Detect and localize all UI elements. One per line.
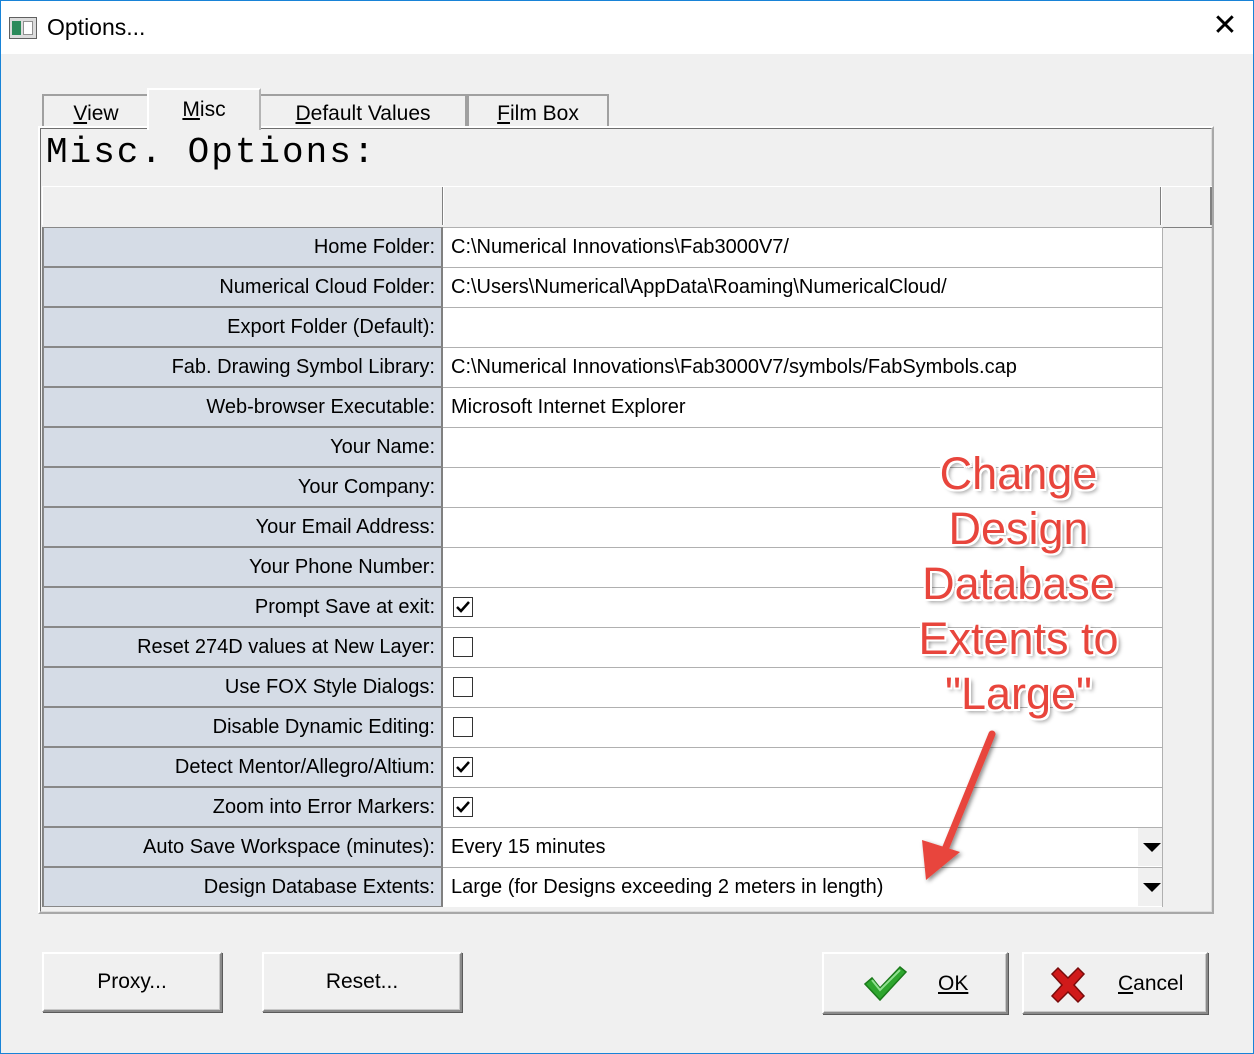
ok-button[interactable]: OK xyxy=(822,952,1008,1014)
option-label: Use FOX Style Dialogs: xyxy=(43,667,443,707)
option-label: Fab. Drawing Symbol Library: xyxy=(43,347,443,387)
header-cell-value xyxy=(443,187,1161,225)
window-title: Options... xyxy=(47,14,146,40)
option-label: Numerical Cloud Folder: xyxy=(43,267,443,307)
option-label: Design Database Extents: xyxy=(43,867,443,907)
option-text-field[interactable]: Microsoft Internet Explorer xyxy=(443,387,1163,427)
option-label: Prompt Save at exit: xyxy=(43,587,443,627)
option-label: Your Phone Number: xyxy=(43,547,443,587)
table-row: Export Folder (Default): xyxy=(43,307,1163,347)
checkmark-icon xyxy=(456,761,470,773)
option-text-field[interactable]: C:\Users\Numerical\AppData\Roaming\Numer… xyxy=(443,267,1163,307)
option-label: Export Folder (Default): xyxy=(43,307,443,347)
ok-label: OK xyxy=(938,972,969,995)
dropdown-selected-value: Large (for Designs exceeding 2 meters in… xyxy=(451,876,884,898)
header-cell-label xyxy=(42,187,443,225)
option-checkbox-cell xyxy=(443,787,1163,827)
table-row: Design Database Extents: Large (for Desig… xyxy=(43,867,1163,907)
cancel-button[interactable]: Cancel xyxy=(1022,952,1208,1014)
option-label: Your Name: xyxy=(43,427,443,467)
table-header xyxy=(42,186,1212,228)
annotation-callout: Change Design Database Extents to "Large… xyxy=(918,448,1119,719)
option-label: Your Company: xyxy=(43,467,443,507)
option-checkbox[interactable] xyxy=(453,717,473,737)
option-dropdown[interactable]: Large (for Designs exceeding 2 meters in… xyxy=(443,867,1163,907)
option-label: Auto Save Workspace (minutes): xyxy=(43,827,443,867)
option-label: Web-browser Executable: xyxy=(43,387,443,427)
option-label: Reset 274D values at New Layer: xyxy=(43,627,443,667)
option-checkbox[interactable] xyxy=(453,677,473,697)
option-text-field[interactable] xyxy=(443,307,1163,347)
table-row: Numerical Cloud Folder: C:\Users\Numerica… xyxy=(43,267,1163,307)
option-label: Disable Dynamic Editing: xyxy=(43,707,443,747)
cancel-label: Cancel xyxy=(1118,972,1184,995)
option-text-field[interactable]: C:\Numerical Innovations\Fab3000V7/symbo… xyxy=(443,347,1163,387)
dropdown-button[interactable] xyxy=(1138,828,1162,866)
option-checkbox-cell xyxy=(443,747,1163,787)
table-row: Detect Mentor/Allegro/Altium: xyxy=(43,747,1163,787)
table-row: Auto Save Workspace (minutes): Every 15 m… xyxy=(43,827,1163,867)
option-checkbox[interactable] xyxy=(453,797,473,817)
checkmark-icon xyxy=(456,801,470,813)
table-row: Zoom into Error Markers: xyxy=(43,787,1163,827)
option-label: Home Folder: xyxy=(43,227,443,267)
app-window-icon xyxy=(9,17,37,39)
option-label: Zoom into Error Markers: xyxy=(43,787,443,827)
checkmark-icon xyxy=(456,601,470,613)
green-checkmark-icon xyxy=(863,965,908,1002)
triangle-down-icon xyxy=(1140,837,1162,859)
close-button[interactable]: ✕ xyxy=(1205,7,1245,47)
option-checkbox[interactable] xyxy=(453,757,473,777)
table-row: Fab. Drawing Symbol Library: C:\Numerical… xyxy=(43,347,1163,387)
tab-misc[interactable]: Misc xyxy=(147,88,261,130)
tab-film-box[interactable]: Film Box xyxy=(467,94,609,130)
option-checkbox[interactable] xyxy=(453,597,473,617)
tab-default-values[interactable]: Default Values xyxy=(259,94,467,130)
option-label: Detect Mentor/Allegro/Altium: xyxy=(43,747,443,787)
page-title: Misc. Options: xyxy=(46,132,377,173)
dropdown-button[interactable] xyxy=(1138,868,1162,906)
tab-view[interactable]: View xyxy=(42,94,150,130)
option-label: Your Email Address: xyxy=(43,507,443,547)
reset-button[interactable]: Reset... xyxy=(262,952,462,1012)
option-checkbox[interactable] xyxy=(453,637,473,657)
proxy-button[interactable]: Proxy... xyxy=(42,952,222,1012)
dropdown-selected-value: Every 15 minutes xyxy=(451,836,606,858)
table-row: Home Folder: C:\Numerical Innovations\Fab… xyxy=(43,227,1163,267)
option-dropdown[interactable]: Every 15 minutes xyxy=(443,827,1163,867)
title-bar: Options... ✕ xyxy=(1,1,1253,54)
red-x-icon xyxy=(1050,966,1086,1004)
triangle-down-icon xyxy=(1140,877,1162,899)
header-cell-extra xyxy=(1161,187,1212,225)
option-text-field[interactable]: C:\Numerical Innovations\Fab3000V7/ xyxy=(443,227,1163,267)
table-row: Web-browser Executable: Microsoft Interne… xyxy=(43,387,1163,427)
